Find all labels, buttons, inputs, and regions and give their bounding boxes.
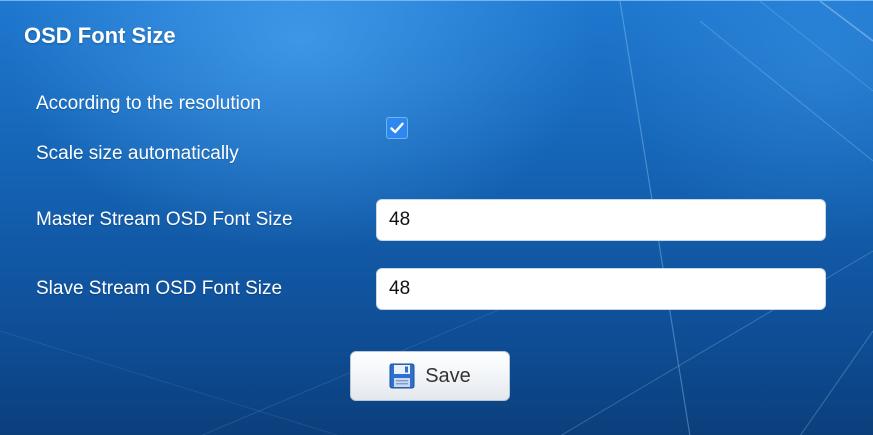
auto-scale-checkbox[interactable] (386, 117, 408, 139)
panel-title: OSD Font Size (24, 23, 176, 48)
master-stream-font-size-input[interactable] (376, 199, 826, 241)
slave-stream-font-size-input[interactable] (376, 268, 826, 310)
slave-stream-font-size-label: Slave Stream OSD Font Size (36, 278, 283, 299)
floppy-disk-icon (389, 363, 415, 389)
auto-scale-label-line2: Scale size automatically (36, 143, 239, 164)
save-button-label: Save (425, 364, 471, 387)
master-stream-font-size-label: Master Stream OSD Font Size (36, 209, 293, 230)
checkmark-icon (390, 122, 404, 134)
auto-scale-label-line1: According to the resolution (36, 93, 261, 114)
osd-font-size-panel: OSD Font Size According to the resolutio… (0, 0, 873, 435)
save-button[interactable]: Save (350, 351, 510, 401)
